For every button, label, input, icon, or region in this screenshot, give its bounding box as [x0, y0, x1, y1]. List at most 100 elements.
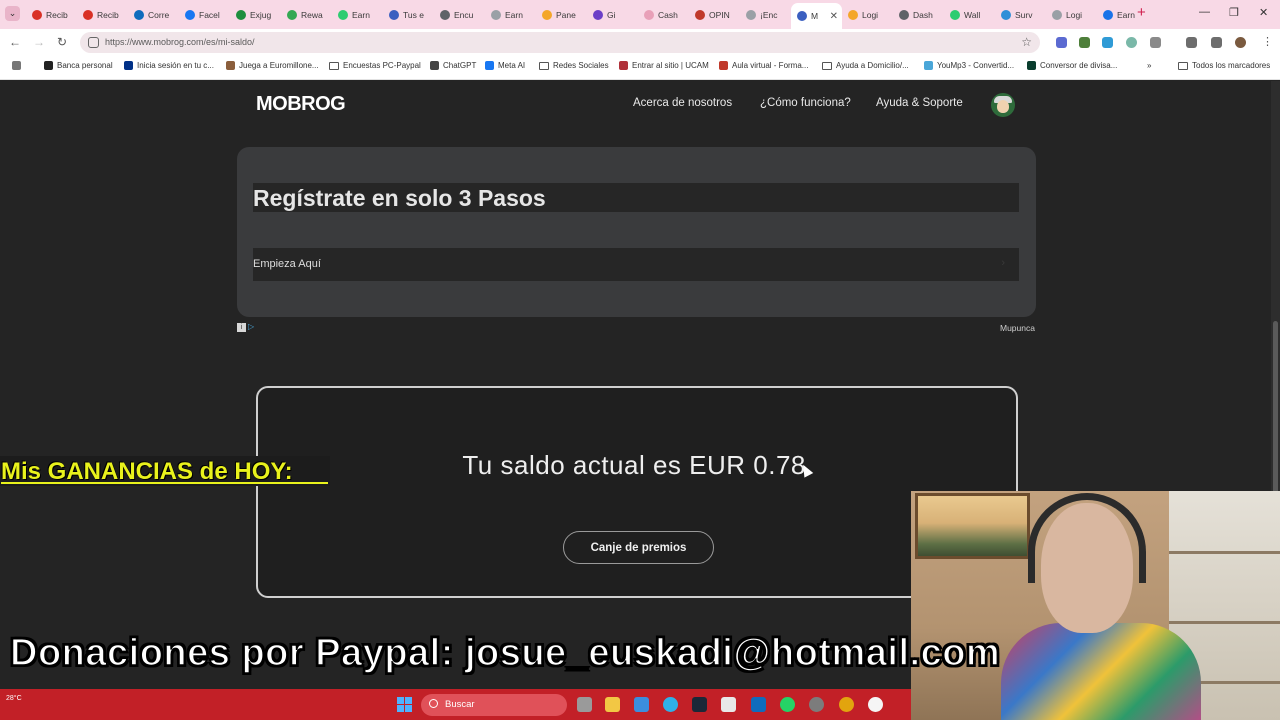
- tab-label: Surv: [1015, 10, 1033, 20]
- browser-tab[interactable]: Rewa: [281, 4, 332, 26]
- bookmark-item[interactable]: Juega a Euromillone...: [226, 61, 319, 70]
- close-window-button[interactable]: ✕: [1259, 6, 1268, 19]
- calculator-icon[interactable]: [634, 697, 649, 712]
- extension-icon[interactable]: [1079, 37, 1090, 48]
- person-shirt: [1001, 623, 1201, 720]
- tab-label: Dash: [913, 10, 933, 20]
- browser-tab[interactable]: ¡Enc: [740, 4, 791, 26]
- forward-button[interactable]: →: [33, 35, 45, 49]
- apps-grid-icon[interactable]: [12, 61, 21, 70]
- ad-choices-icon[interactable]: ▷: [248, 322, 254, 331]
- ad-sponsor[interactable]: Mupunca: [1000, 323, 1035, 333]
- browser-tab[interactable]: OPIN: [689, 4, 740, 26]
- browser-tab[interactable]: Dash: [893, 4, 944, 26]
- new-tab-button[interactable]: +: [1137, 5, 1146, 21]
- bookmark-label: Entrar al sitio | UCAM: [632, 61, 709, 70]
- bookmark-label: Conversor de divisa...: [1040, 61, 1118, 70]
- store-icon[interactable]: [721, 697, 736, 712]
- browser-tab[interactable]: Recib: [26, 4, 77, 26]
- tab-label: M: [811, 11, 819, 21]
- downloads-icon[interactable]: [1186, 37, 1197, 48]
- restore-button[interactable]: ❐: [1229, 6, 1239, 19]
- bookmark-item[interactable]: Redes Sociales: [539, 61, 609, 70]
- tab-favicon-icon: [134, 10, 144, 20]
- browser-tab[interactable]: Facel: [179, 4, 230, 26]
- bookmark-item[interactable]: YouMp3 - Convertid...: [924, 61, 1014, 70]
- lottery-icon: [226, 61, 235, 70]
- aula-icon: [719, 61, 728, 70]
- folder-icon: [822, 61, 832, 70]
- media-player-icon[interactable]: [868, 697, 883, 712]
- nav-how-it-works[interactable]: ¿Cómo funciona?: [760, 97, 851, 109]
- task-view-icon[interactable]: [577, 697, 592, 712]
- ad-title: Regístrate en solo 3 Pasos: [253, 185, 546, 211]
- steam-icon[interactable]: [692, 697, 707, 712]
- browser-tab[interactable]: Recib: [77, 4, 128, 26]
- browser-tab[interactable]: Exjug: [230, 4, 281, 26]
- tab-label: Cash: [658, 10, 678, 20]
- bookmark-item[interactable]: Entrar al sitio | UCAM: [619, 61, 709, 70]
- profile-avatar[interactable]: [1235, 37, 1246, 48]
- tab-search-button[interactable]: ⌄: [5, 6, 20, 21]
- browser-tab[interactable]: Cash: [638, 4, 689, 26]
- bookmark-label: Redes Sociales: [553, 61, 609, 70]
- extension-icon[interactable]: [1056, 37, 1067, 48]
- settings-icon[interactable]: [809, 697, 824, 712]
- browser-tab[interactable]: Logi: [1046, 4, 1097, 26]
- browser-tab[interactable]: M ✕: [791, 3, 842, 29]
- chrome-icon[interactable]: [839, 697, 854, 712]
- tab-label: Logi: [862, 10, 879, 20]
- browser-tab[interactable]: Wall: [944, 4, 995, 26]
- bookmark-item[interactable]: Conversor de divisa...: [1027, 61, 1117, 70]
- bookmarks-overflow-icon[interactable]: »: [1147, 61, 1151, 70]
- browser-tab[interactable]: Earn: [485, 4, 536, 26]
- site-info-icon[interactable]: [88, 37, 99, 48]
- bookmark-label: ChatGPT: [443, 61, 477, 70]
- browser-tab[interactable]: Earn: [332, 4, 383, 26]
- mobrog-logo[interactable]: MOBROG: [256, 93, 346, 116]
- extension-icon[interactable]: [1102, 37, 1113, 48]
- bookmark-item[interactable]: Ayuda a Domicilio/...: [822, 61, 909, 70]
- back-button[interactable]: ←: [9, 35, 21, 49]
- browser-tab[interactable]: Logi: [842, 4, 893, 26]
- browser-tab[interactable]: Surv: [995, 4, 1046, 26]
- browser-tab[interactable]: Pane: [536, 4, 587, 26]
- browser-tab[interactable]: Tus e: [383, 4, 434, 26]
- file-explorer-icon[interactable]: [605, 697, 620, 712]
- windows-start-icon[interactable]: [397, 697, 412, 712]
- reading-list-icon[interactable]: [1211, 37, 1222, 48]
- bookmark-item[interactable]: Inicia sesión en tu c...: [124, 61, 214, 70]
- tab-favicon-icon: [1052, 10, 1062, 20]
- nav-about[interactable]: Acerca de nosotros: [633, 97, 732, 109]
- bookmark-item[interactable]: Banca personal: [44, 61, 113, 70]
- browser-tab[interactable]: Encu: [434, 4, 485, 26]
- url-text[interactable]: https://www.mobrog.com/es/mi-saldo/: [105, 37, 255, 47]
- extensions-puzzle-icon[interactable]: [1150, 37, 1161, 48]
- whatsapp-icon[interactable]: [780, 697, 795, 712]
- bookmark-item[interactable]: Encuestas PC-Paypal: [329, 61, 421, 70]
- taskbar-search[interactable]: Buscar: [421, 694, 567, 716]
- edge-icon[interactable]: [663, 697, 678, 712]
- ad-banner[interactable]: Regístrate en solo 3 Pasos Empieza Aquí …: [237, 147, 1036, 317]
- ad-cta-button[interactable]: Empieza Aquí ›: [253, 248, 1019, 281]
- bookmark-item[interactable]: ChatGPT: [430, 61, 476, 70]
- extension-icon[interactable]: [1126, 37, 1137, 48]
- bookmark-star-icon[interactable]: ☆: [1021, 35, 1032, 49]
- bookmark-item[interactable]: Meta AI: [485, 61, 525, 70]
- bookmark-item[interactable]: Aula virtual - Forma...: [719, 61, 808, 70]
- minimize-button[interactable]: —: [1199, 6, 1210, 18]
- browser-tab[interactable]: Gi: [587, 4, 638, 26]
- all-bookmarks-folder[interactable]: Todos los marcadores: [1178, 61, 1270, 70]
- ad-info-icon[interactable]: i: [237, 323, 246, 332]
- reload-button[interactable]: ↻: [57, 35, 67, 49]
- close-tab-icon[interactable]: ✕: [830, 11, 838, 22]
- browser-tab[interactable]: Corre: [128, 4, 179, 26]
- redeem-rewards-button[interactable]: Canje de premios: [563, 531, 714, 564]
- user-avatar[interactable]: [991, 93, 1015, 117]
- folder-icon: [1178, 61, 1188, 70]
- outlook-icon[interactable]: [751, 697, 766, 712]
- weather-widget[interactable]: 28°C: [6, 695, 22, 702]
- more-menu-icon[interactable]: ⋮: [1262, 35, 1273, 49]
- address-bar[interactable]: https://www.mobrog.com/es/mi-saldo/ ☆: [80, 32, 1040, 53]
- nav-help-support[interactable]: Ayuda & Soporte: [876, 97, 963, 109]
